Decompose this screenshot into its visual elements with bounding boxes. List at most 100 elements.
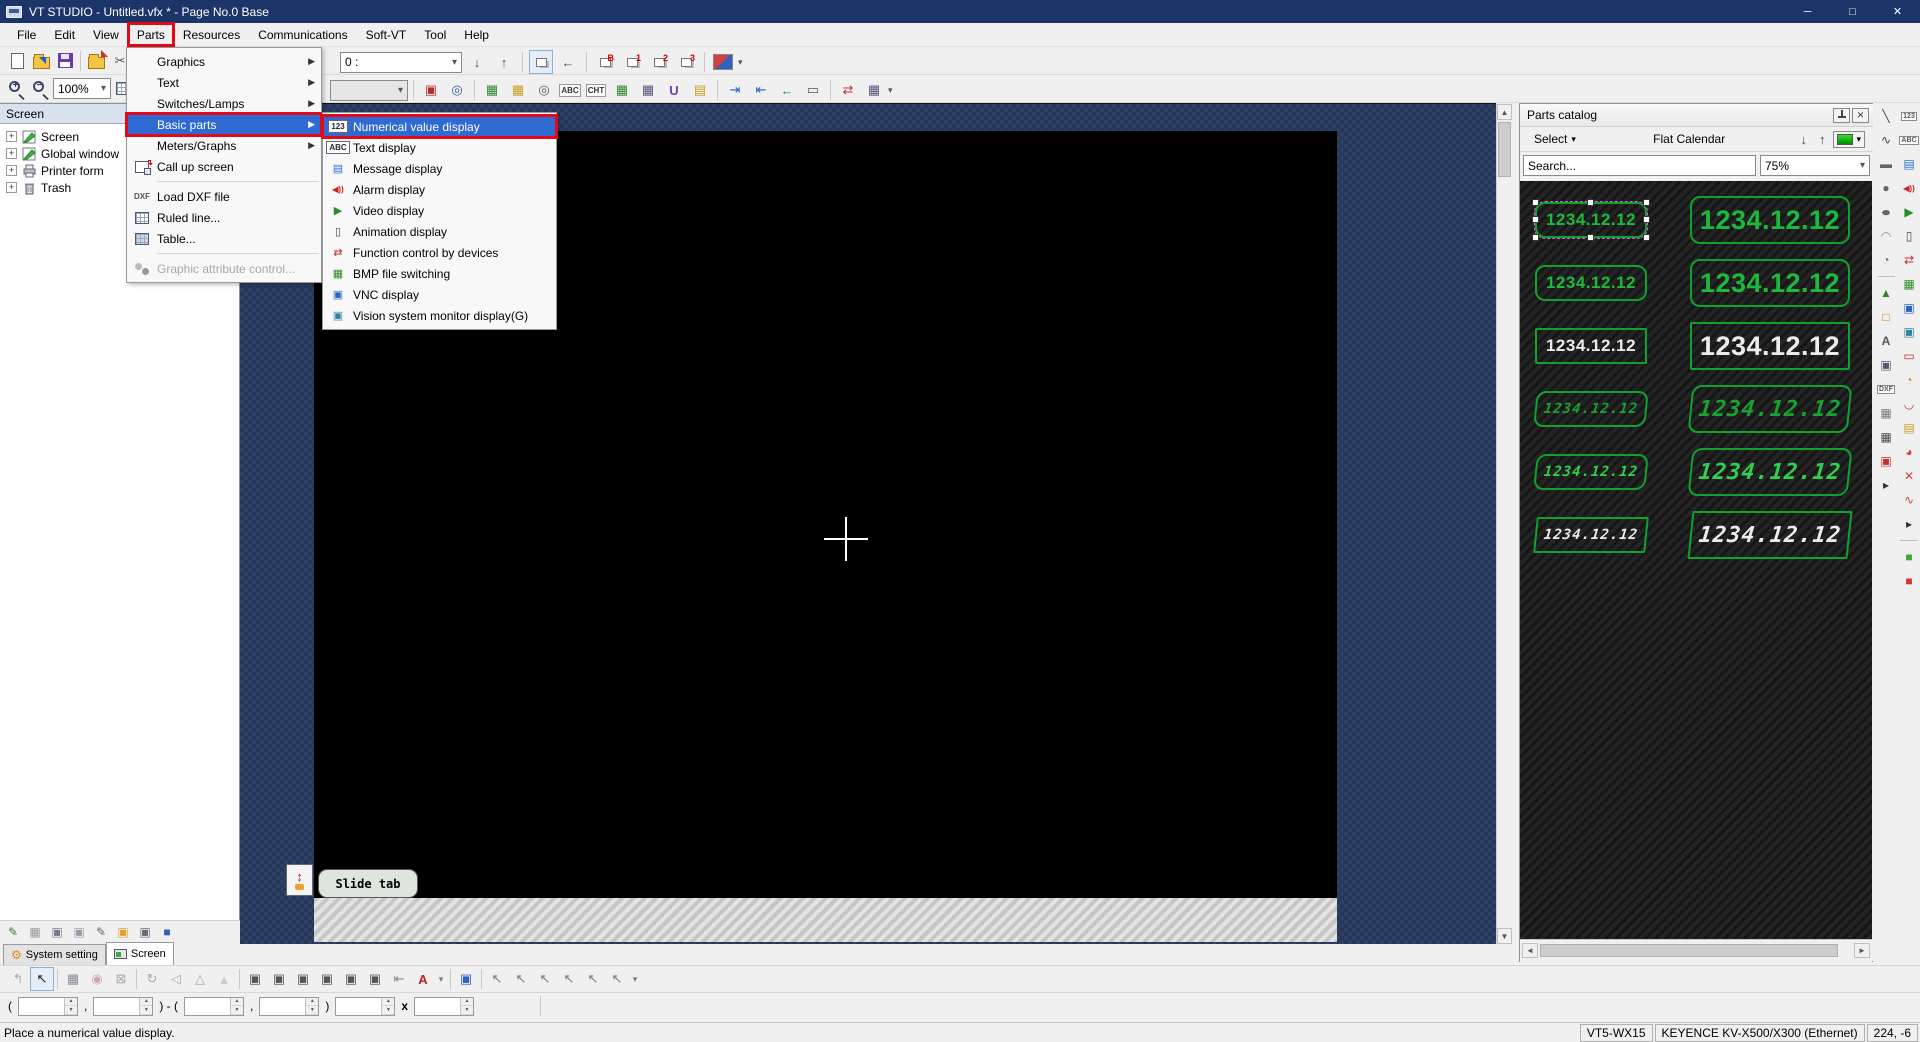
back-green-button[interactable]: ← <box>775 78 799 102</box>
catalog-item[interactable]: 1234.12.12 <box>1533 454 1649 490</box>
monitor-view-button[interactable]: ▭ <box>801 78 825 102</box>
menu-item-ruled-line[interactable]: Ruled line... <box>127 207 321 228</box>
menu-edit[interactable]: Edit <box>45 23 84 46</box>
tab-screen[interactable]: Screen <box>106 942 174 965</box>
chevron-down-icon[interactable]: ▾ <box>888 85 893 96</box>
catalog-zoom-combo[interactable]: 75% ▾ <box>1760 155 1870 176</box>
rotate-icon[interactable]: ↻ <box>140 967 164 991</box>
paste-screen-icon[interactable]: ▣ <box>69 923 89 941</box>
tank-icon[interactable]: ◡ <box>1899 394 1919 414</box>
catalog-item[interactable]: 1234.12.12 <box>1535 265 1647 301</box>
select-mode-button[interactable] <box>529 50 553 74</box>
more-draw-icon[interactable]: ▸ <box>1876 475 1896 495</box>
submenu-item-function-control[interactable]: ⇄ Function control by devices <box>323 242 556 263</box>
paste-icon[interactable]: ▣ <box>1876 355 1896 375</box>
numerical-display-icon[interactable]: 123 <box>1899 106 1919 126</box>
catalog-item[interactable]: 1234.12.12 <box>1687 448 1852 496</box>
tab-system-setting[interactable]: ⚙ System setting <box>3 944 106 965</box>
duplicate-screen-icon[interactable]: ▣ <box>135 923 155 941</box>
table-icon[interactable]: ▦ <box>1876 427 1896 447</box>
pick-lamp-icon[interactable]: ↖ <box>533 967 557 991</box>
align-right-icon[interactable]: ▣ <box>363 967 387 991</box>
pick-switch-icon[interactable]: ↖ <box>509 967 533 991</box>
memo-button[interactable]: ▤ <box>688 78 712 102</box>
menu-help[interactable]: Help <box>455 23 498 46</box>
text-icon[interactable]: A <box>1876 331 1896 351</box>
ungroup-icon[interactable]: ▣ <box>267 967 291 991</box>
gauge-icon[interactable]: ◔ <box>1899 370 1919 390</box>
submenu-item-vnc-display[interactable]: ▣ VNC display <box>323 284 556 305</box>
polygon-icon[interactable]: ● <box>1876 178 1896 198</box>
submenu-item-bmp-file-switching[interactable]: ▦ BMP file switching <box>323 263 556 284</box>
bmp-switch-icon[interactable]: ▦ <box>1899 274 1919 294</box>
delete-icon[interactable]: ⊠ <box>109 967 133 991</box>
part-color-button[interactable]: ▾ <box>1833 131 1865 148</box>
catalog-item[interactable]: 1234.12.12 <box>1533 517 1649 553</box>
submenu-item-text-display[interactable]: ABC Text display <box>323 137 556 158</box>
font-icon[interactable]: A <box>411 967 435 991</box>
select-cursor-icon[interactable]: ↖ <box>30 967 54 991</box>
menu-resources[interactable]: Resources <box>174 23 249 46</box>
jump-out-button[interactable]: ⇤ <box>749 78 773 102</box>
catalog-item[interactable]: 1234.12.12 <box>1690 322 1850 370</box>
window-2-button[interactable]: 2 <box>647 51 671 73</box>
menu-view[interactable]: View <box>84 23 128 46</box>
undo-icon[interactable]: ↰ <box>6 967 30 991</box>
ruled-line-icon[interactable]: ▦ <box>1876 403 1896 423</box>
page-combo[interactable]: 0 :▾ <box>340 52 462 73</box>
submenu-item-animation-display[interactable]: ▯ Animation display <box>323 221 556 242</box>
save-button[interactable] <box>53 49 77 73</box>
category-next-button[interactable]: ↑ <box>1815 132 1830 147</box>
menu-parts[interactable]: Parts <box>128 23 174 46</box>
snap-icon[interactable]: ⇤ <box>387 967 411 991</box>
menu-item-meters-graphs[interactable]: Meters/Graphs▶ <box>127 135 321 156</box>
chevron-down-icon[interactable]: ▾ <box>435 967 447 991</box>
window-3-button[interactable]: 3 <box>674 51 698 73</box>
copy-screen-icon[interactable]: ▣ <box>47 923 67 941</box>
open-file-button[interactable] <box>29 49 53 73</box>
menu-file[interactable]: File <box>8 23 45 46</box>
vertical-scrollbar[interactable]: ▲ ▼ <box>1496 104 1513 944</box>
jump-in-button[interactable]: ⇥ <box>723 78 747 102</box>
abc-label-button[interactable]: ABC <box>558 78 582 102</box>
flip-h-icon[interactable]: ◁ <box>164 967 188 991</box>
swap-device-button[interactable]: ⇄ <box>836 78 860 102</box>
zoom-in-button[interactable]: + <box>5 77 29 101</box>
scrollbar-thumb[interactable] <box>1540 944 1838 957</box>
numeric-grid-icon[interactable]: ▦ <box>61 967 85 991</box>
send-back-icon[interactable]: ▣ <box>315 967 339 991</box>
width-input[interactable]: ▲▼ <box>335 997 395 1016</box>
paste-attr-icon[interactable]: ▣ <box>454 967 478 991</box>
slide-tab-icon[interactable]: ↕ <box>286 864 313 896</box>
y2-input[interactable]: ▲▼ <box>259 997 319 1016</box>
catalog-scrollbar[interactable]: ◄ ► <box>1520 939 1872 962</box>
submenu-item-alarm-display[interactable]: ◀)) Alarm display <box>323 179 556 200</box>
pick-graph-icon[interactable]: ↖ <box>581 967 605 991</box>
frame-icon[interactable]: □ <box>1876 307 1896 327</box>
slide-tab[interactable]: Slide tab <box>318 869 418 898</box>
layer-color-button[interactable]: ▣ <box>419 78 443 102</box>
dxf-icon[interactable]: DXF <box>1876 379 1896 399</box>
edit-screen-icon[interactable]: ✎ <box>3 923 23 941</box>
scroll-down-icon[interactable]: ▼ <box>1497 928 1512 944</box>
trend-graph-icon[interactable]: ∿ <box>1899 490 1919 510</box>
menu-item-load-dxf[interactable]: DXF Load DXF file <box>127 186 321 207</box>
function-control-icon[interactable]: ⇄ <box>1899 250 1919 270</box>
parts-color-button[interactable] <box>711 50 735 74</box>
pie-graph-icon[interactable]: ◕ <box>1899 442 1919 462</box>
minimize-button[interactable]: ─ <box>1785 0 1830 23</box>
pick-display-icon[interactable]: ↖ <box>557 967 581 991</box>
line-icon[interactable]: ╲ <box>1876 106 1896 126</box>
grid-small-icon[interactable]: ▦ <box>25 923 45 941</box>
style-combo[interactable]: ▾ <box>330 80 408 101</box>
flip-v-icon[interactable]: △ <box>188 967 212 991</box>
edit-attr-icon[interactable]: ✎ <box>91 923 111 941</box>
zoom-region-button[interactable]: ◎ <box>532 78 556 102</box>
ellipse-icon[interactable]: ● <box>1871 202 1901 222</box>
menu-item-graphic-attribute-control[interactable]: Graphic attribute control... <box>127 258 321 279</box>
category-prev-button[interactable]: ↓ <box>1796 132 1811 147</box>
grid-yellow-button[interactable]: ▦ <box>506 78 530 102</box>
switch-green-icon[interactable]: ■ <box>1899 547 1919 567</box>
catalog-item[interactable]: 1234.12.12 <box>1690 259 1850 307</box>
group-icon[interactable]: ▣ <box>243 967 267 991</box>
